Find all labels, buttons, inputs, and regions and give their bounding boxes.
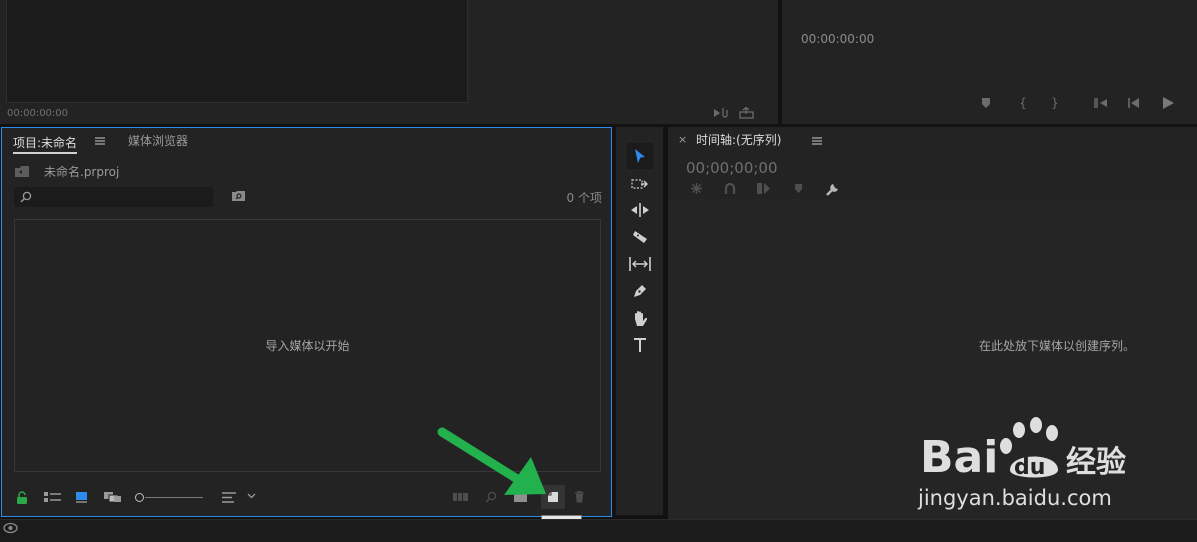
- search-input[interactable]: [36, 189, 210, 206]
- type-icon: [634, 338, 646, 352]
- ripple-edit-tool[interactable]: [627, 197, 653, 223]
- track-select-icon: [631, 179, 648, 189]
- export-frame-icon[interactable]: [738, 106, 756, 120]
- source-monitor: 00:00:00:00: [0, 0, 778, 124]
- slip-icon: [629, 257, 651, 271]
- add-marker-icon[interactable]: [978, 96, 994, 110]
- ripple-edit-icon: [631, 203, 649, 217]
- list-view-icon[interactable]: [44, 492, 62, 504]
- hand-tool[interactable]: [627, 305, 653, 331]
- tab-media-browser[interactable]: 媒体浏览器: [128, 132, 188, 149]
- timeline-marker-icon[interactable]: [794, 183, 806, 195]
- pen-icon: [634, 285, 646, 297]
- timeline-timecode[interactable]: 00;00;00;00: [686, 159, 778, 177]
- tab-project[interactable]: 项目:未命名: [13, 132, 78, 154]
- razor-tool[interactable]: [627, 224, 653, 250]
- close-icon[interactable]: ×: [678, 133, 687, 146]
- program-monitor: 00:00:00:00 { }: [782, 0, 1197, 124]
- razor-icon: [633, 231, 647, 243]
- project-file-name: 未命名.prproj: [44, 165, 120, 179]
- program-timecode: 00:00:00:00: [801, 32, 875, 46]
- type-tool[interactable]: [627, 332, 653, 358]
- search-field[interactable]: [14, 187, 213, 207]
- tools-panel: [616, 127, 663, 515]
- icon-view-icon[interactable]: [75, 491, 89, 505]
- source-timecode: 00:00:00:00: [7, 108, 69, 119]
- trash-icon[interactable]: [574, 491, 588, 505]
- arrow-cursor-icon: [635, 149, 645, 163]
- tab-project-label: 项目:未命名: [13, 135, 78, 150]
- play-icon[interactable]: [1160, 95, 1176, 111]
- zoom-slider-handle[interactable]: [135, 493, 144, 502]
- annotation-arrow: [437, 427, 546, 495]
- freeform-view-icon[interactable]: [103, 491, 123, 505]
- step-back-icon[interactable]: [1126, 96, 1142, 110]
- search-icon: [20, 191, 32, 203]
- svg-text:经验: 经验: [1066, 445, 1126, 480]
- mark-in-icon[interactable]: {: [1016, 96, 1030, 110]
- linked-selection-icon[interactable]: [756, 182, 772, 196]
- insert-icon[interactable]: [712, 106, 730, 120]
- hand-icon: [635, 310, 648, 326]
- timeline-menu-icon[interactable]: [812, 136, 824, 148]
- wrench-icon[interactable]: [825, 182, 841, 197]
- watermark-logo: Bai du 经验 jingyan.baidu.com: [918, 412, 1138, 512]
- slip-tool[interactable]: [627, 251, 653, 277]
- svg-text:Bai: Bai: [920, 432, 998, 482]
- svg-text:du: du: [1014, 455, 1045, 480]
- track-select-tool[interactable]: [627, 171, 653, 197]
- sort-icon[interactable]: [222, 492, 238, 504]
- panel-menu-icon[interactable]: [95, 136, 107, 148]
- mark-out-icon[interactable]: }: [1048, 96, 1062, 110]
- chevron-down-icon[interactable]: [247, 493, 257, 503]
- lock-icon[interactable]: [16, 491, 30, 505]
- go-to-in-icon[interactable]: [1092, 96, 1110, 110]
- bin-icon: [14, 165, 32, 179]
- zoom-slider-track: [145, 497, 203, 498]
- timeline-empty-hint: 在此处放下媒体以创建序列。: [978, 339, 1135, 353]
- snap-icon[interactable]: [724, 182, 738, 196]
- status-bar: [0, 519, 1197, 542]
- watermark-url: jingyan.baidu.com: [918, 486, 1112, 510]
- nest-icon[interactable]: [690, 182, 704, 196]
- selection-tool[interactable]: [627, 143, 653, 169]
- empty-hint: 导入媒体以开始: [265, 339, 350, 353]
- zoom-slider[interactable]: [135, 492, 205, 504]
- item-count: 0 个项: [566, 191, 602, 205]
- pen-tool[interactable]: [627, 278, 653, 304]
- timeline-title: 时间轴:(无序列): [696, 133, 782, 147]
- find-icon[interactable]: [231, 190, 247, 204]
- status-icon[interactable]: [3, 522, 19, 536]
- source-monitor-video-area: [6, 0, 468, 103]
